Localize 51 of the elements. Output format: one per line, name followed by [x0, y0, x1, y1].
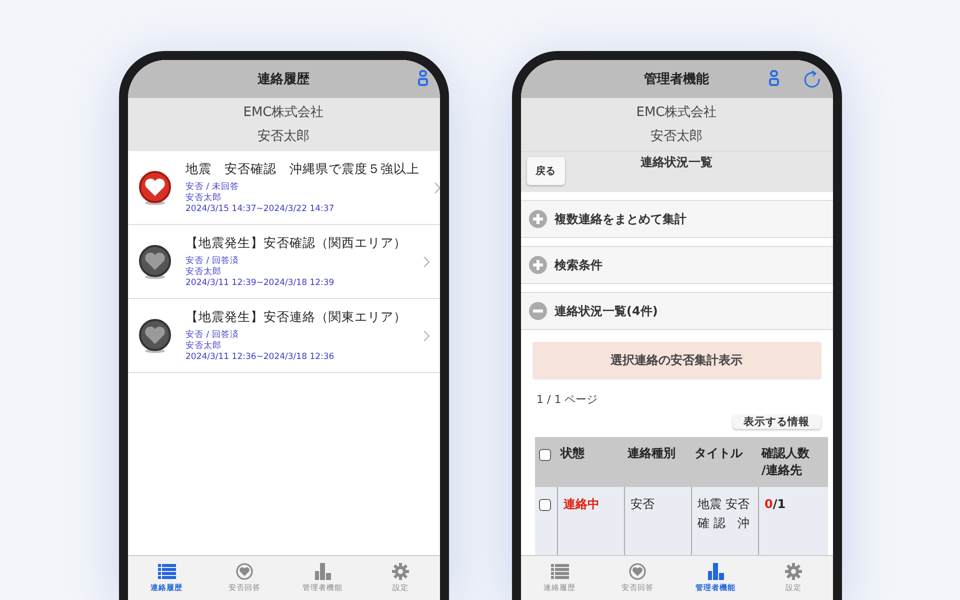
table-cell: 安否 — [624, 487, 690, 555]
header-checkbox-cell[interactable] — [534, 437, 556, 487]
message-item[interactable]: 【地震発生】安否連絡（関東エリア） 安否 / 回答済 安否太郎 2024/3/11 12:36~2024/3/18 12:36 — [128, 299, 440, 373]
user-icon[interactable] — [418, 70, 428, 86]
user-name: 安否太郎 — [258, 128, 310, 146]
message-period: 2024/3/11 12:36~2024/3/18 12:36 — [186, 352, 336, 362]
page-indicator: 1 / 1 ページ — [536, 392, 599, 407]
display-options-button[interactable]: 表示する情報 — [732, 415, 820, 429]
header-title: 連絡履歴 — [258, 71, 310, 88]
user-icon[interactable] — [768, 70, 778, 86]
list-icon — [550, 564, 568, 580]
message-item[interactable]: 【地震発生】安否確認（関西エリア） 安否 / 回答済 安否太郎 2024/3/11 12:39~2024/3/18 12:39 — [128, 225, 440, 299]
message-title: 地震 安否確認 沖縄県で震度５強以上 — [186, 160, 420, 178]
refresh-icon[interactable] — [802, 70, 820, 88]
column-header: タイトル — [690, 437, 758, 487]
column-header: 確認人数 /連絡先 — [758, 437, 828, 487]
message-period: 2024/3/11 12:39~2024/3/18 12:39 — [186, 278, 336, 288]
message-period: 2024/3/15 14:37~2024/3/22 14:37 — [186, 204, 336, 214]
sender-name: 安否太郎 — [186, 192, 222, 204]
header-title: 管理者機能 — [644, 71, 709, 88]
company-name: EMC株式会社 — [636, 104, 717, 122]
message-status: 安否 / 回答済 — [186, 330, 240, 340]
message-title: 【地震発生】安否確認（関西エリア） — [186, 234, 408, 252]
list-icon — [158, 564, 176, 580]
settings-icon — [785, 563, 802, 580]
status-cell: 連絡中 — [556, 487, 624, 555]
accordion-header[interactable]: 検索条件 — [520, 246, 832, 284]
accordion-header[interactable]: 連絡状況一覧(4件) — [520, 292, 832, 330]
bar-chart-icon — [708, 563, 724, 580]
chevron-icon — [434, 182, 440, 194]
count-cell: 0/1 — [758, 487, 828, 555]
message-status: 安否 / 回答済 — [186, 256, 240, 266]
settings-icon — [392, 563, 409, 580]
sender-name: 安否太郎 — [186, 340, 222, 352]
message-title: 【地震発生】安否連絡（関東エリア） — [186, 308, 408, 326]
column-header: 連絡種別 — [624, 437, 690, 487]
chevron-icon — [422, 256, 430, 268]
message-status: 安否 / 未回答 — [186, 182, 240, 192]
summary-button[interactable]: 選択連絡の安否集計表示 — [532, 342, 820, 378]
sender-name: 安否太郎 — [186, 266, 222, 278]
user-name: 安否太郎 — [650, 128, 702, 146]
message-item[interactable]: 地震 安否確認 沖縄県で震度５強以上 安否 / 未回答 安否太郎 2024/3/15 14:37~2024/3/22 14:37 — [128, 151, 440, 225]
back-button[interactable]: 戻る — [526, 157, 564, 185]
accordion-header[interactable]: 複数連絡をまとめて集計 — [520, 200, 832, 238]
company-name: EMC株式会社 — [243, 104, 324, 122]
column-header: 状態 — [556, 437, 624, 487]
bar-chart-icon — [314, 563, 330, 580]
chevron-icon — [422, 330, 430, 342]
row-checkbox[interactable] — [534, 487, 556, 555]
table-cell: 地震 安否確 認 沖 — [690, 487, 758, 555]
page-title: 連絡状況一覧 — [640, 154, 712, 171]
